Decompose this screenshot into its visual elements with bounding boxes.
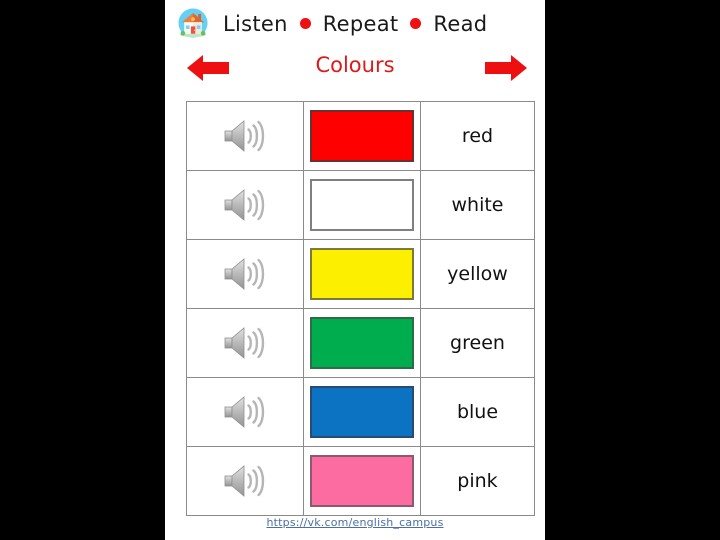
table-row: red	[186, 101, 535, 171]
colours-table-wrap: red white yellow green blue pink	[186, 101, 535, 516]
colour-word: yellow	[447, 263, 508, 285]
audio-cell[interactable]	[186, 239, 304, 309]
colour-word-cell: red	[420, 101, 535, 171]
colour-swatch-cell	[303, 101, 421, 171]
header-word-repeat: Repeat	[322, 12, 399, 36]
audio-cell[interactable]	[186, 308, 304, 378]
audio-cell[interactable]	[186, 170, 304, 240]
colour-swatch	[310, 179, 414, 231]
audio-cell[interactable]	[186, 101, 304, 171]
colour-swatch	[310, 248, 414, 300]
header: Listen Repeat Read	[165, 4, 545, 44]
source-link[interactable]: https://vk.com/english_campus	[165, 516, 545, 529]
table-row: pink	[186, 446, 535, 516]
slide-root: Listen Repeat Read Colours red white yel…	[0, 0, 720, 540]
table-row: white	[186, 170, 535, 240]
colour-word: blue	[456, 401, 499, 423]
colour-swatch-cell	[303, 239, 421, 309]
colour-word-cell: white	[420, 170, 535, 240]
audio-cell[interactable]	[186, 446, 304, 516]
slide-canvas: Listen Repeat Read Colours red white yel…	[165, 0, 545, 540]
header-title: Listen Repeat Read	[213, 12, 545, 36]
home-icon[interactable]	[173, 4, 213, 44]
colour-swatch-cell	[303, 446, 421, 516]
arrow-right-icon[interactable]	[483, 51, 529, 85]
table-row: yellow	[186, 239, 535, 309]
speaker-icon[interactable]	[222, 461, 268, 501]
colour-swatch-cell	[303, 377, 421, 447]
colour-word: green	[450, 332, 505, 354]
colour-word-cell: pink	[420, 446, 535, 516]
colour-swatch	[310, 110, 414, 162]
colours-table-body: red white yellow green blue pink	[186, 101, 535, 516]
speaker-icon[interactable]	[222, 185, 268, 225]
colour-swatch-cell	[303, 170, 421, 240]
colours-table: red white yellow green blue pink	[186, 101, 535, 516]
colour-word: white	[451, 194, 504, 216]
colour-swatch	[310, 317, 414, 369]
header-word-read: Read	[433, 12, 488, 36]
table-row: green	[186, 308, 535, 378]
colour-swatch-cell	[303, 308, 421, 378]
table-row: blue	[186, 377, 535, 447]
separator-dot-2	[410, 17, 422, 29]
separator-dot-1	[299, 17, 311, 29]
speaker-icon[interactable]	[222, 254, 268, 294]
colour-swatch	[310, 455, 414, 507]
speaker-icon[interactable]	[222, 323, 268, 363]
header-word-listen: Listen	[223, 12, 288, 36]
colour-swatch	[310, 386, 414, 438]
colour-word: red	[461, 125, 494, 147]
colour-word: pink	[457, 470, 498, 492]
colour-word-cell: yellow	[420, 239, 535, 309]
colour-word-cell: blue	[420, 377, 535, 447]
speaker-icon[interactable]	[222, 116, 268, 156]
speaker-icon[interactable]	[222, 392, 268, 432]
colour-word-cell: green	[420, 308, 535, 378]
audio-cell[interactable]	[186, 377, 304, 447]
navigation-row: Colours	[165, 44, 545, 92]
